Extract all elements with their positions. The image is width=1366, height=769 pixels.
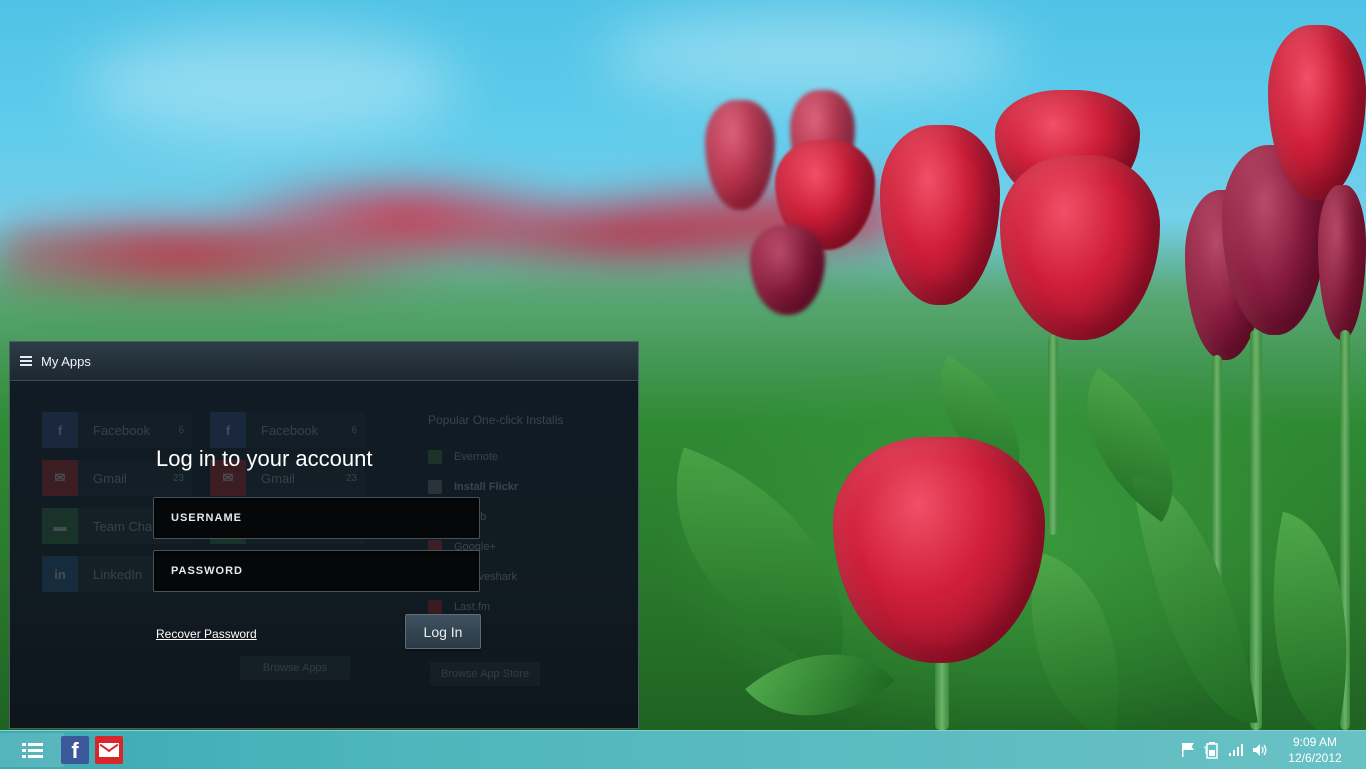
volume-icon[interactable]: [1248, 740, 1272, 760]
system-tray: 9:09 AM 12/6/2012: [1176, 731, 1366, 769]
popular-item: Install Flickr: [428, 480, 518, 494]
tile-label: Team Chat: [93, 518, 156, 534]
app-icon: [428, 480, 442, 494]
username-field[interactable]: [153, 497, 480, 539]
gmail-icon: ✉: [42, 460, 78, 496]
facebook-icon: f: [42, 412, 78, 448]
clock-time: 9:09 AM: [1292, 735, 1338, 749]
browse-app-store-button: Browse App Store: [430, 662, 540, 686]
app-icon: [428, 450, 442, 464]
tile-label: Facebook: [261, 422, 319, 438]
signal-icon[interactable]: [1224, 740, 1248, 760]
list-icon: [20, 355, 32, 367]
window-title: My Apps: [41, 353, 91, 369]
tile-label: Gmail: [261, 470, 295, 486]
clock[interactable]: 9:09 AM 12/6/2012: [1280, 734, 1350, 766]
tile-label: Gmail: [93, 470, 127, 486]
facebook-taskbar-button[interactable]: f: [60, 733, 90, 767]
window-titlebar[interactable]: My Apps: [10, 342, 638, 381]
tile-label: LinkedIn: [93, 566, 143, 582]
app-tile-facebook-2: f Facebook 6: [210, 412, 365, 448]
password-field[interactable]: [153, 550, 480, 592]
password-input[interactable]: [154, 551, 479, 591]
tile-count: 6: [178, 424, 184, 436]
browse-apps-button: Browse Apps: [240, 656, 350, 680]
apps-list-button[interactable]: [0, 733, 64, 767]
gmail-icon: [95, 736, 123, 764]
flag-icon[interactable]: [1176, 740, 1200, 760]
login-button[interactable]: Log In: [405, 614, 481, 649]
taskbar: f 9:09 AM 12/6/2012: [0, 730, 1366, 769]
recover-password-link[interactable]: Recover Password: [156, 627, 257, 641]
app-icon: [428, 600, 442, 614]
popular-item: Last.fm: [428, 600, 490, 614]
app-tile-facebook: f Facebook 6: [42, 412, 192, 448]
tile-count: 6: [351, 424, 357, 436]
tile-count: 23: [345, 472, 357, 484]
popular-installs-title: Popular One-click Installs: [428, 413, 564, 427]
facebook-icon: f: [210, 412, 246, 448]
username-input[interactable]: [154, 498, 479, 538]
chat-icon: ▬: [42, 508, 78, 544]
tile-label: Facebook: [93, 422, 151, 438]
apps-list-icon: [21, 742, 43, 758]
tile-count: 23: [172, 472, 184, 484]
linkedin-icon: in: [42, 556, 78, 592]
my-apps-window: My Apps f Facebook 6 f Facebook 6 ✉ Gmai…: [9, 341, 639, 729]
clock-date: 12/6/2012: [1288, 751, 1342, 765]
facebook-icon: f: [61, 736, 89, 764]
popular-item: Evernote: [428, 450, 498, 464]
gmail-taskbar-button[interactable]: [94, 733, 124, 767]
battery-icon[interactable]: [1200, 740, 1224, 760]
login-heading: Log in to your account: [156, 446, 373, 471]
